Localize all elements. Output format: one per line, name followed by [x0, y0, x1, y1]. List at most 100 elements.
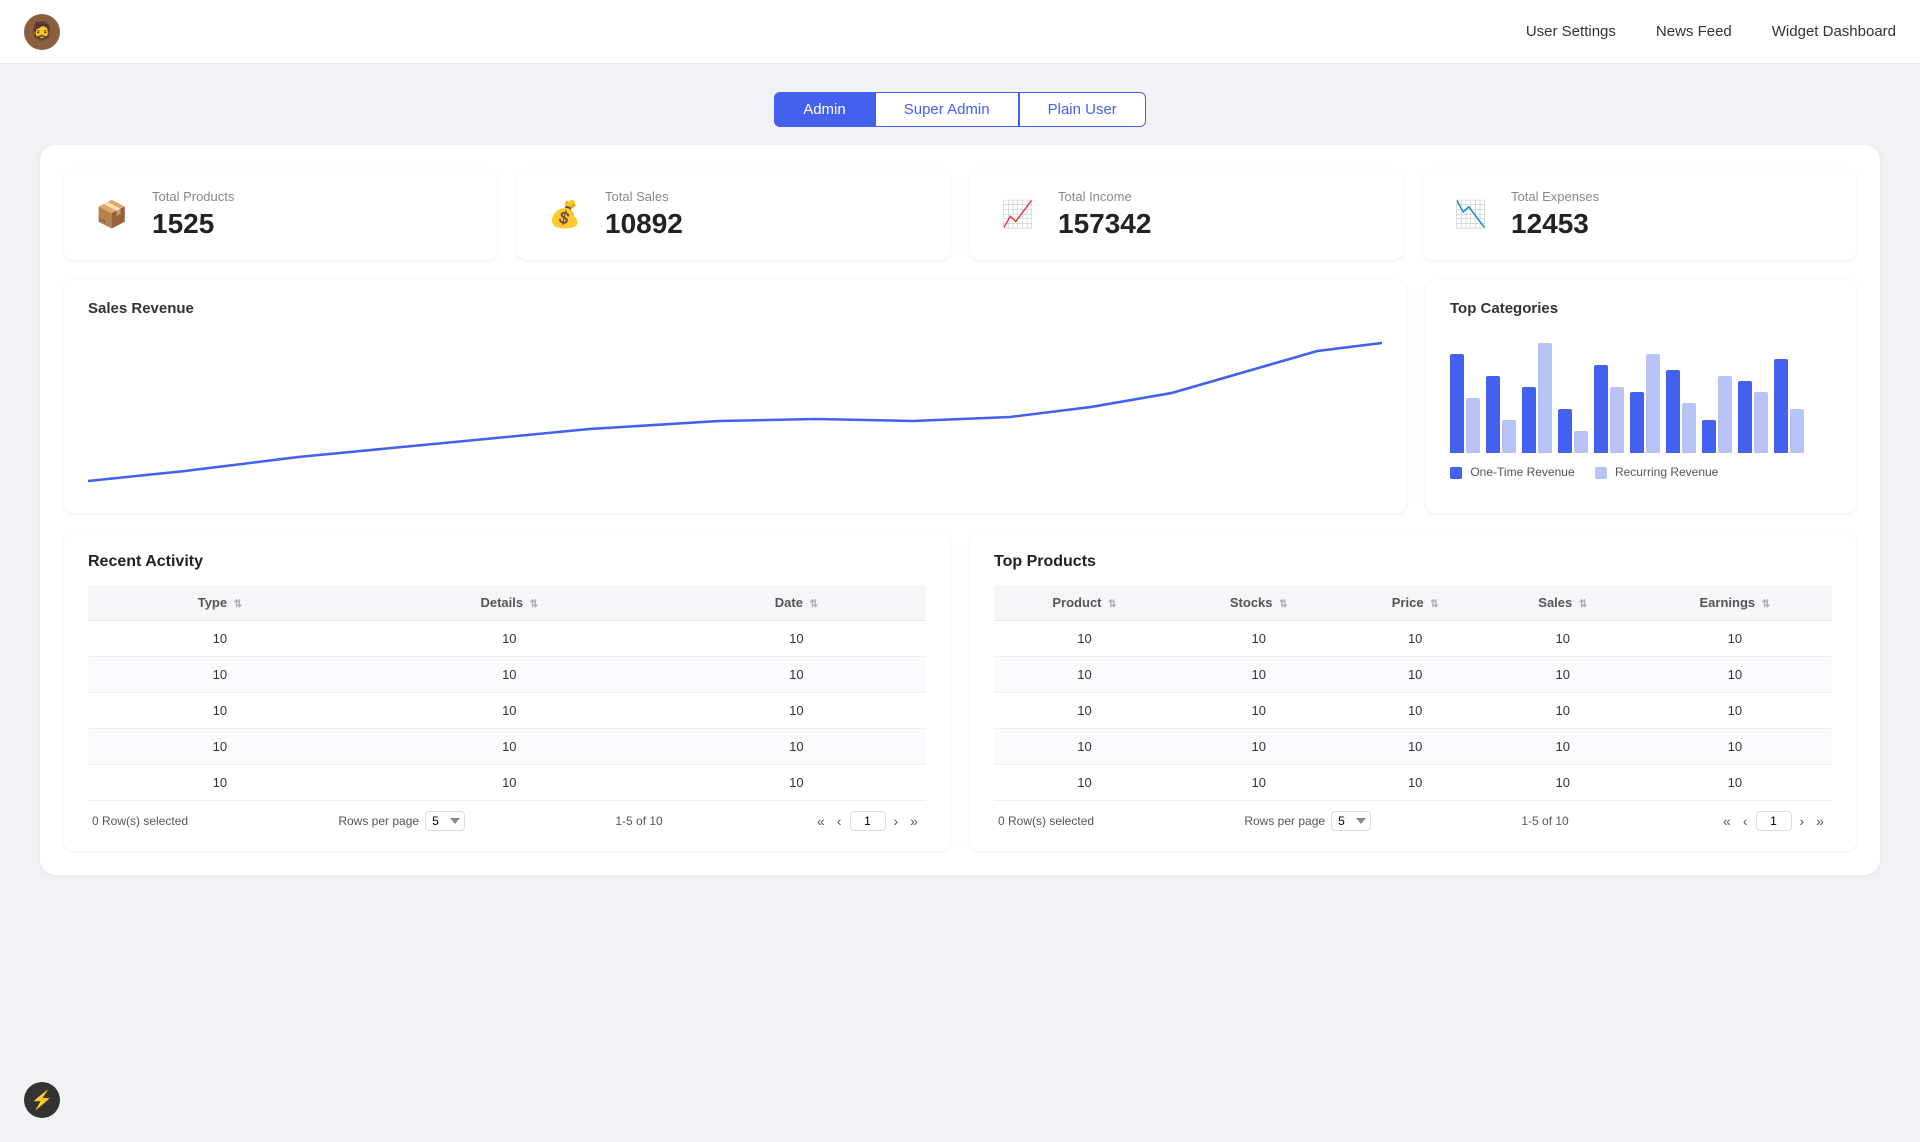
products-pagination: « ‹ › »	[1719, 811, 1828, 831]
details-cell: 10	[352, 657, 667, 693]
top-products-title: Top Products	[994, 553, 1832, 571]
recent-rows-select[interactable]: 51025	[425, 811, 465, 831]
sales-cell: 10	[1488, 765, 1638, 801]
expenses-icon: 📉	[1447, 191, 1495, 239]
type-cell: 10	[88, 765, 352, 801]
top-products-table: Product ⇅ Stocks ⇅ Price ⇅ Sales ⇅ Earni…	[994, 585, 1832, 801]
type-cell: 10	[88, 621, 352, 657]
table-row: 101010	[88, 729, 926, 765]
products-page-number-input[interactable]	[1756, 811, 1792, 831]
stats-row: 📦 Total Products 1525 💰 Total Sales 1089…	[64, 169, 1856, 260]
table-row: 1010101010	[994, 765, 1832, 801]
price-col-header[interactable]: Price ⇅	[1343, 585, 1488, 621]
type-cell: 10	[88, 729, 352, 765]
stocks-cell: 10	[1175, 765, 1343, 801]
sales-revenue-card: Sales Revenue	[64, 280, 1406, 513]
date-cell: 10	[667, 693, 926, 729]
bar-recurring	[1754, 392, 1768, 453]
type-cell: 10	[88, 693, 352, 729]
bar-one-time	[1450, 354, 1464, 453]
total-sales-card: 💰 Total Sales 10892	[517, 169, 950, 260]
table-row: 101010	[88, 693, 926, 729]
last-page-btn[interactable]: »	[906, 811, 922, 831]
stocks-cell: 10	[1175, 693, 1343, 729]
type-col-header[interactable]: Type ⇅	[88, 585, 352, 621]
date-cell: 10	[667, 765, 926, 801]
page-number-input[interactable]	[850, 811, 886, 831]
details-col-header[interactable]: Details ⇅	[352, 585, 667, 621]
recent-activity-card: Recent Activity Type ⇅ Details ⇅ Date ⇅ …	[64, 533, 950, 851]
next-page-btn[interactable]: ›	[890, 811, 903, 831]
sales-revenue-title: Sales Revenue	[88, 300, 1382, 317]
first-page-btn[interactable]: «	[813, 811, 829, 831]
recent-pagination: « ‹ › »	[813, 811, 922, 831]
tab-plain-user[interactable]: Plain User	[1019, 92, 1146, 127]
bar-one-time	[1738, 381, 1752, 453]
products-page-info: 1-5 of 10	[1521, 814, 1568, 828]
sales-cell: 10	[1488, 657, 1638, 693]
price-cell: 10	[1343, 693, 1488, 729]
bar-group	[1702, 376, 1732, 453]
charts-row: Sales Revenue Top Categories One-Time Re…	[64, 280, 1856, 513]
stocks-cell: 10	[1175, 729, 1343, 765]
prev-page-btn[interactable]: ‹	[833, 811, 846, 831]
products-icon: 📦	[88, 191, 136, 239]
earnings-cell: 10	[1638, 621, 1832, 657]
product-col-header[interactable]: Product ⇅	[994, 585, 1175, 621]
bottom-action-icon[interactable]: ⚡	[24, 1082, 60, 1118]
bar-group	[1774, 359, 1804, 453]
product-cell: 10	[994, 693, 1175, 729]
bar-recurring	[1502, 420, 1516, 453]
header-nav: User Settings News Feed Widget Dashboard	[1526, 23, 1896, 40]
avatar[interactable]: 🧔	[24, 14, 60, 50]
bar-group	[1666, 370, 1696, 453]
products-rows-per-page: Rows per page 51025	[1244, 811, 1371, 831]
bar-one-time	[1522, 387, 1536, 453]
tables-row: Recent Activity Type ⇅ Details ⇅ Date ⇅ …	[64, 533, 1856, 851]
sales-cell: 10	[1488, 729, 1638, 765]
product-cell: 10	[994, 621, 1175, 657]
bar-group	[1522, 343, 1552, 453]
products-first-page-btn[interactable]: «	[1719, 811, 1735, 831]
bar-recurring	[1466, 398, 1480, 453]
earnings-cell: 10	[1638, 657, 1832, 693]
legend-recurring: Recurring Revenue	[1595, 465, 1719, 479]
earnings-cell: 10	[1638, 729, 1832, 765]
sales-cell: 10	[1488, 693, 1638, 729]
stocks-col-header[interactable]: Stocks ⇅	[1175, 585, 1343, 621]
products-prev-page-btn[interactable]: ‹	[1739, 811, 1752, 831]
sales-label: Total Sales	[605, 189, 683, 204]
widget-dashboard-link[interactable]: Widget Dashboard	[1772, 23, 1896, 40]
bar-one-time	[1666, 370, 1680, 453]
tab-admin[interactable]: Admin	[774, 92, 875, 127]
bar-one-time	[1594, 365, 1608, 453]
recent-activity-table: Type ⇅ Details ⇅ Date ⇅ 1010101010101010…	[88, 585, 926, 801]
user-settings-link[interactable]: User Settings	[1526, 23, 1616, 40]
price-cell: 10	[1343, 729, 1488, 765]
price-cell: 10	[1343, 657, 1488, 693]
products-value: 1525	[152, 208, 234, 240]
products-rows-select[interactable]: 51025	[1331, 811, 1371, 831]
table-row: 101010	[88, 657, 926, 693]
bar-one-time	[1702, 420, 1716, 453]
expenses-label: Total Expenses	[1511, 189, 1599, 204]
top-products-footer: 0 Row(s) selected Rows per page 51025 1-…	[994, 801, 1832, 831]
bar-chart	[1450, 333, 1832, 453]
products-next-page-btn[interactable]: ›	[1796, 811, 1809, 831]
recent-page-info: 1-5 of 10	[615, 814, 662, 828]
header: 🧔 User Settings News Feed Widget Dashboa…	[0, 0, 1920, 64]
top-categories-card: Top Categories One-Time Revenue Recurrin…	[1426, 280, 1856, 513]
earnings-cell: 10	[1638, 765, 1832, 801]
sales-col-header[interactable]: Sales ⇅	[1488, 585, 1638, 621]
date-col-header[interactable]: Date ⇅	[667, 585, 926, 621]
tab-super-admin[interactable]: Super Admin	[875, 92, 1019, 127]
expenses-value: 12453	[1511, 208, 1599, 240]
recent-activity-footer: 0 Row(s) selected Rows per page 51025 1-…	[88, 801, 926, 831]
bar-recurring	[1718, 376, 1732, 453]
main-content: 📦 Total Products 1525 💰 Total Sales 1089…	[0, 145, 1920, 915]
earnings-col-header[interactable]: Earnings ⇅	[1638, 585, 1832, 621]
bar-recurring	[1538, 343, 1552, 453]
bar-one-time	[1630, 392, 1644, 453]
products-last-page-btn[interactable]: »	[1812, 811, 1828, 831]
news-feed-link[interactable]: News Feed	[1656, 23, 1732, 40]
